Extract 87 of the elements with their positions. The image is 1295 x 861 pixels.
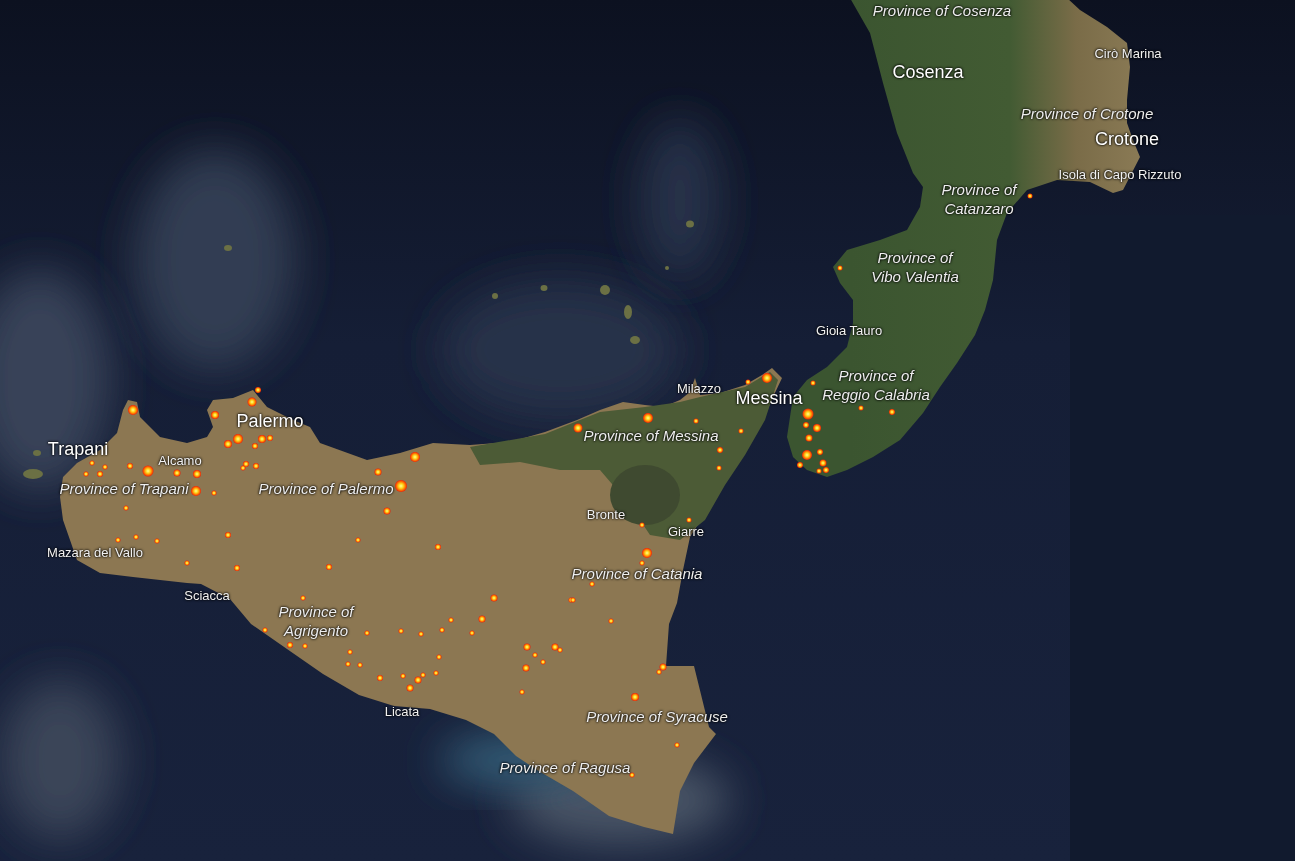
fire-hotspot-icon xyxy=(154,538,160,544)
fire-hotspot-icon xyxy=(435,544,441,550)
fire-hotspot-icon xyxy=(410,452,420,462)
fire-hotspot-icon xyxy=(639,522,645,528)
fire-hotspot-icon xyxy=(631,693,639,701)
fire-hotspot-icon xyxy=(398,628,404,634)
region-label: Province of Crotone xyxy=(1020,103,1154,123)
region-label: Province of Messina xyxy=(583,425,719,445)
fire-hotspot-icon xyxy=(115,537,121,543)
town-label: Sciacca xyxy=(184,588,230,604)
fire-hotspot-icon xyxy=(490,594,498,602)
fire-hotspot-icon xyxy=(1027,193,1033,199)
fire-hotspot-icon xyxy=(355,537,361,543)
region-label: Province of Cosenza xyxy=(872,0,1012,20)
islet-drawing xyxy=(23,469,43,479)
fire-hotspot-icon xyxy=(686,517,692,523)
fire-hotspot-icon xyxy=(745,379,751,385)
city-label: Trapani xyxy=(47,438,109,460)
region-label: Province of Trapani xyxy=(59,478,189,498)
fire-hotspot-icon xyxy=(395,480,407,492)
town-label: Giarre xyxy=(667,524,705,540)
region-label: Province of Ragusa xyxy=(499,757,631,777)
fire-hotspot-icon xyxy=(519,689,525,695)
town-label: Cirò Marina xyxy=(1094,46,1162,62)
fire-hotspot-icon xyxy=(211,411,219,419)
islet-drawing xyxy=(630,336,640,344)
islet-drawing xyxy=(686,220,694,228)
town-label: Bronte xyxy=(586,507,626,523)
fire-hotspot-icon xyxy=(211,490,217,496)
town-label: Milazzo xyxy=(676,381,722,397)
fire-hotspot-icon xyxy=(128,405,138,415)
region-label: Province of Reggio Calabria xyxy=(821,366,931,404)
fire-hotspot-icon xyxy=(608,618,614,624)
fire-hotspot-icon xyxy=(573,423,583,433)
fire-hotspot-icon xyxy=(643,413,653,423)
fire-hotspot-icon xyxy=(123,505,129,511)
fire-hotspot-icon xyxy=(837,265,843,271)
islet-drawing xyxy=(665,266,669,270)
fire-hotspot-icon xyxy=(716,465,722,471)
islet-drawing xyxy=(540,285,548,291)
fire-hotspot-icon xyxy=(326,564,332,570)
fire-hotspot-icon xyxy=(225,532,231,538)
town-label: Gioia Tauro xyxy=(815,323,883,339)
fire-hotspot-icon xyxy=(693,418,699,424)
islet-drawing xyxy=(224,245,232,251)
region-label: Province of Agrigento xyxy=(277,602,356,640)
fire-hotspot-icon xyxy=(127,463,133,469)
fire-hotspot-icon xyxy=(674,742,680,748)
fire-hotspot-icon xyxy=(383,507,391,515)
region-label: Province of Palermo xyxy=(258,478,394,498)
fire-hotspot-icon xyxy=(184,560,190,566)
fire-hotspot-icon xyxy=(717,447,723,453)
fire-hotspot-icon xyxy=(377,675,383,681)
fire-hotspot-icon xyxy=(234,565,240,571)
fire-hotspot-icon xyxy=(802,408,814,420)
fire-hotspot-icon xyxy=(469,630,475,636)
fire-hotspot-icon xyxy=(142,465,154,477)
fire-hotspot-icon xyxy=(589,581,595,587)
fire-hotspot-icon xyxy=(889,409,895,415)
town-label: Licata xyxy=(384,704,420,720)
fire-hotspot-icon xyxy=(262,627,268,633)
town-label: Alcamo xyxy=(158,453,202,469)
islet-drawing xyxy=(492,293,498,299)
city-label: Cosenza xyxy=(892,61,964,83)
fire-hotspot-icon xyxy=(629,772,635,778)
islet-drawing xyxy=(33,450,41,456)
fire-hotspot-icon xyxy=(810,380,816,386)
fire-hotspot-icon xyxy=(858,405,864,411)
fire-hotspot-icon xyxy=(133,534,139,540)
city-label: Palermo xyxy=(236,410,304,432)
fire-hotspot-icon xyxy=(436,654,442,660)
city-label: Messina xyxy=(735,387,803,409)
region-label: Province of Catanzaro xyxy=(940,180,1019,218)
region-label: Province of Vibo Valentia xyxy=(870,248,960,286)
fire-hotspot-icon xyxy=(364,630,370,636)
fire-hotspot-icon xyxy=(738,428,744,434)
fire-hotspot-icon xyxy=(433,670,439,676)
fire-hotspot-icon xyxy=(300,595,306,601)
islet-drawing xyxy=(600,285,610,295)
fire-hotspot-icon xyxy=(173,469,181,477)
fire-hotspot-icon xyxy=(302,643,308,649)
fire-hotspot-icon xyxy=(418,631,424,637)
fire-hotspot-icon xyxy=(287,642,293,648)
town-label: Mazara del Vallo xyxy=(47,545,143,561)
islet-drawing xyxy=(624,305,632,319)
fire-hotspot-icon xyxy=(374,468,382,476)
fire-hotspot-icon xyxy=(762,373,772,383)
